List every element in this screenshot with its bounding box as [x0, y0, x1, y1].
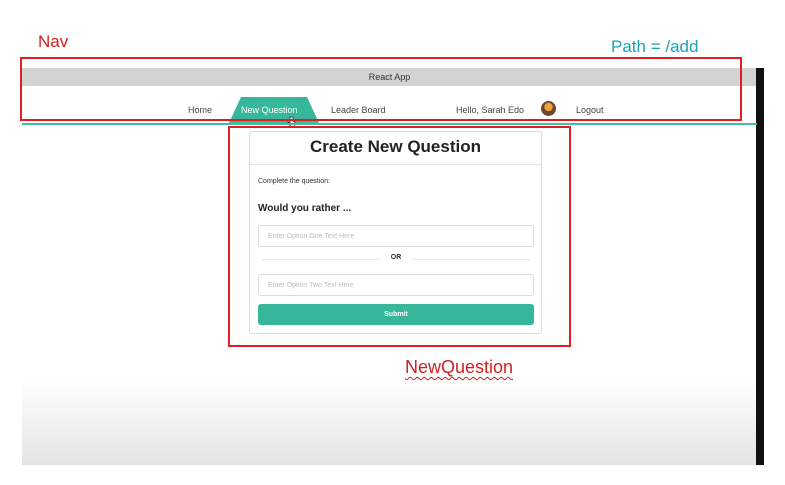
nav-annotation-box — [20, 57, 742, 121]
path-annotation-label: Path = /add — [611, 37, 699, 56]
nav-annotation-label: Nav — [38, 32, 69, 51]
new-question-annotation-label: NewQuestion — [405, 357, 514, 377]
nav-underline — [22, 123, 757, 125]
background-fade — [22, 380, 756, 465]
new-question-annotation-box — [228, 126, 571, 347]
screen-edge — [756, 68, 764, 465]
